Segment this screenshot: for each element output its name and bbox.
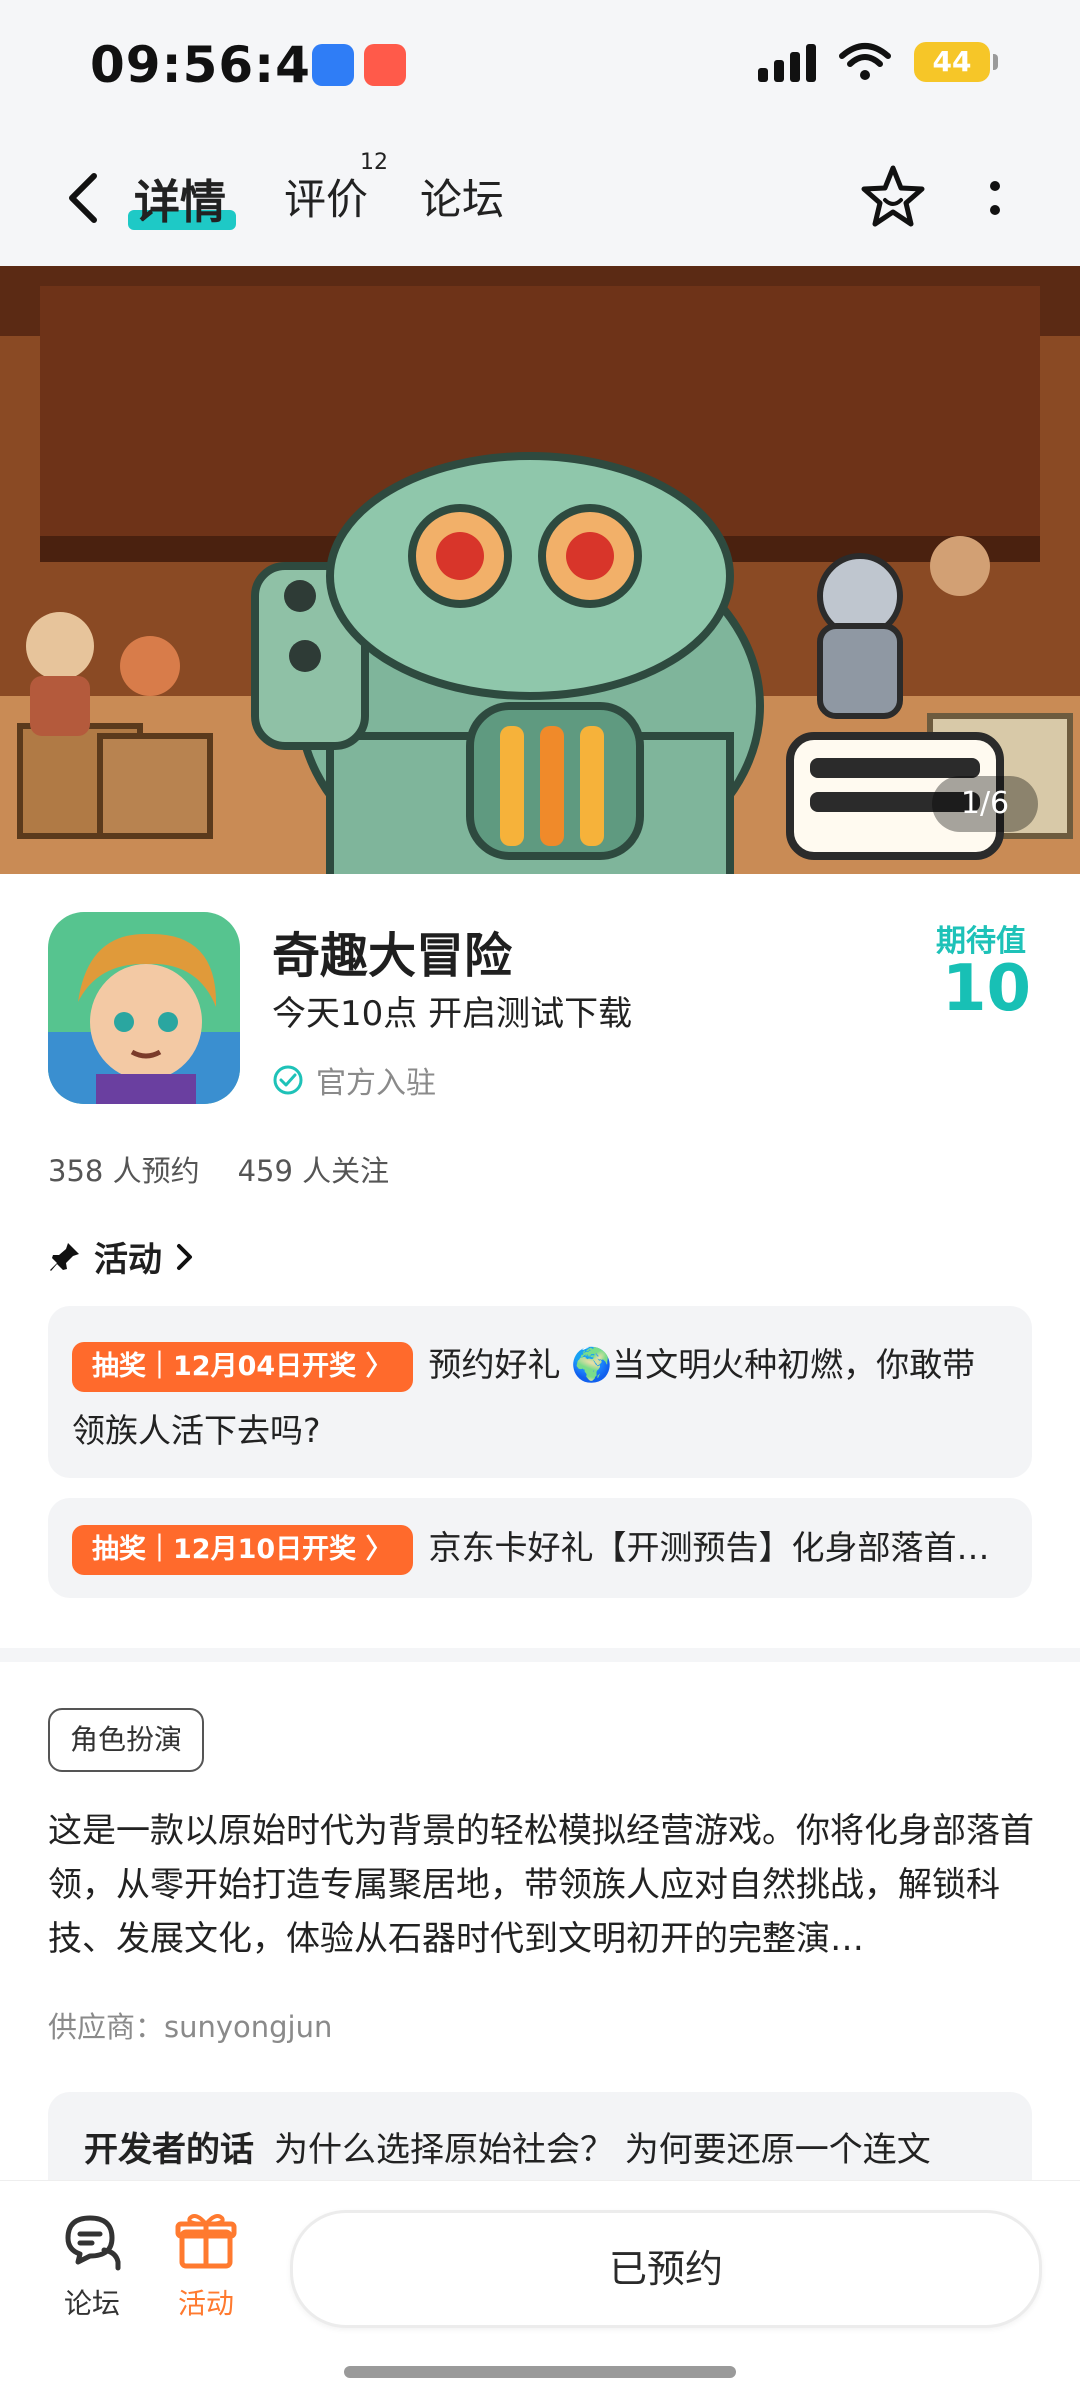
game-subtitle: 今天10点 开启测试下载 [272, 994, 633, 1034]
chevron-right-icon [177, 1243, 192, 1270]
expectation-value: 10 [942, 952, 1032, 1026]
game-title: 奇趣大冒险 [272, 928, 513, 984]
activity-title: 活动 [94, 1240, 162, 1280]
activity-description: 京东卡好礼【开测预告】化身部落首领，从零开始打造专属聚居地 [428, 1528, 1002, 1567]
game-app-icon [48, 912, 240, 1104]
tab-reviews[interactable]: 评价 [284, 166, 368, 227]
app-notification-icon [364, 44, 406, 86]
supplier-label: 供应商：sunyongjun [48, 2010, 333, 2044]
tab-forum[interactable]: 论坛 [420, 166, 504, 227]
forum-label: 论坛 [63, 2287, 120, 2320]
status-time: 09:56:42 [90, 36, 347, 94]
developer-notes-text: 为什么选择原始社会？ 为何要还原一个连文 [274, 2130, 931, 2170]
pin-icon [50, 1242, 79, 1271]
home-indicator[interactable] [344, 2366, 736, 2378]
tab-details[interactable]: 详情 [134, 166, 226, 232]
stats-row: 358 人预约 459 人关注 [48, 1148, 389, 1190]
image-pager: 1/6 [932, 776, 1038, 832]
forum-button[interactable]: 论坛 [52, 2212, 132, 2322]
status-icons: 44 [758, 42, 998, 82]
hero-banner[interactable] [0, 266, 1080, 874]
gift-icon [175, 2214, 237, 2269]
official-label: 官方入驻 [316, 1066, 436, 1101]
activity-card[interactable]: 抽奖｜12月10日开奖 〉京东卡好礼【开测预告】化身部落首领，从零开始打造专属聚… [48, 1498, 1032, 1598]
star-icon[interactable] [858, 162, 928, 232]
lottery-chip: 抽奖｜12月10日开奖 〉 [72, 1524, 413, 1575]
developer-notes-title: 开发者的话 [84, 2130, 254, 2170]
verified-check-icon [273, 1065, 303, 1095]
status-bar: 09:56:42 44 [0, 0, 1080, 130]
chat-bubbles-icon [65, 2215, 121, 2271]
more-icon[interactable] [980, 174, 1010, 224]
app-notification-icon [312, 44, 354, 86]
activity-text: 抽奖｜12月04日开奖 〉预约好礼 🌍当文明火种初燃，你敢带领族人活下去吗? [72, 1332, 1002, 1464]
developer-notes: 开发者的话 为什么选择原始社会？ 为何要还原一个连文 [84, 2122, 931, 2171]
nav-bar: 详情 评价 12 论坛 [0, 130, 1080, 266]
wifi-icon [839, 43, 891, 80]
reserved-button[interactable]: 已预约 [290, 2210, 1042, 2328]
game-description[interactable]: 这是一款以原始时代为背景的轻松模拟经营游戏。你将化身部落首领，从零开始打造专属聚… [48, 1804, 1038, 1966]
game-avatar-illustration [48, 912, 240, 1104]
activity-button[interactable]: 活动 [166, 2212, 246, 2322]
lottery-chip: 抽奖｜12月04日开奖 〉 [72, 1341, 413, 1392]
official-badge: 官方入驻 [272, 1058, 436, 1102]
activity-header[interactable]: 活动 [48, 1232, 196, 1281]
section-divider [0, 1648, 1080, 1662]
activity-label: 活动 [177, 2287, 234, 2320]
genre-tag[interactable]: 角色扮演 [48, 1708, 205, 1772]
follower-count: 459 人关注 [237, 1154, 390, 1188]
battery-icon: 44 [914, 42, 998, 82]
activity-card[interactable]: 抽奖｜12月04日开奖 〉预约好礼 🌍当文明火种初燃，你敢带领族人活下去吗? [48, 1306, 1032, 1478]
banner-illustration [0, 266, 1080, 874]
signal-icon [758, 42, 816, 82]
activity-text: 抽奖｜12月10日开奖 〉京东卡好礼【开测预告】化身部落首领，从零开始打造专属聚… [72, 1522, 1002, 1575]
reservation-count: 358 人预约 [48, 1154, 200, 1188]
reviews-count: 12 [360, 150, 388, 175]
back-arrow-icon[interactable] [54, 168, 114, 228]
